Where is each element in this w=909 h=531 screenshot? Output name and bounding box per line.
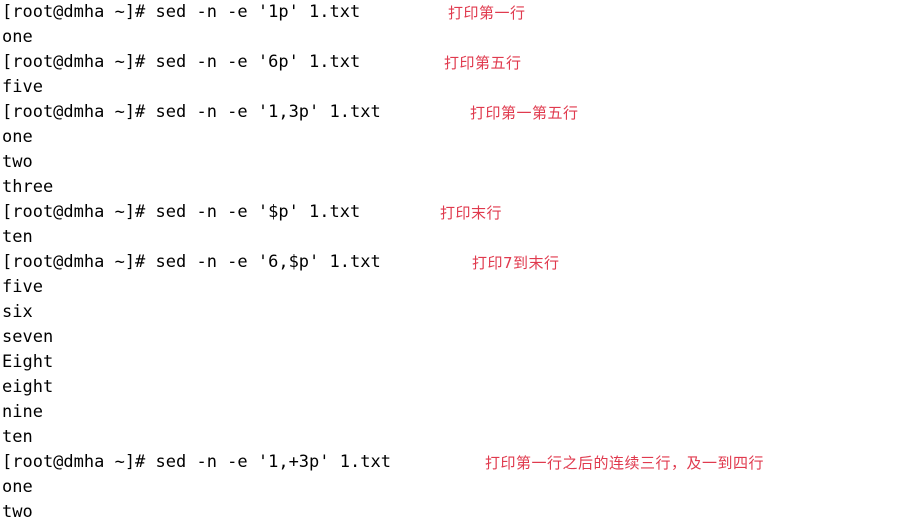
- output-text: two: [2, 152, 33, 172]
- terminal-output-line: one: [0, 25, 909, 50]
- terminal-command-line: [root@dmha ~]# sed -n -e '6p' 1.txt 打印第五行: [0, 50, 909, 75]
- terminal-output-line: two: [0, 150, 909, 175]
- terminal-output-line: ten: [0, 425, 909, 450]
- annotation-note: 打印末行: [440, 204, 503, 222]
- command-text: [root@dmha ~]# sed -n -e '1p' 1.txt: [2, 2, 361, 22]
- terminal-output-line: five: [0, 75, 909, 100]
- output-text: ten: [2, 427, 33, 447]
- output-text: five: [2, 277, 43, 297]
- terminal-output-line: nine: [0, 400, 909, 425]
- terminal-command-line: [root@dmha ~]# sed -n -e '1,3p' 1.txt 打印第…: [0, 100, 909, 125]
- output-text: nine: [2, 402, 43, 422]
- terminal-command-line: [root@dmha ~]# sed -n -e '6,$p' 1.txt 打印7…: [0, 250, 909, 275]
- annotation-note: 打印第五行: [444, 54, 522, 72]
- output-text: one: [2, 477, 33, 497]
- terminal-output-line: one: [0, 475, 909, 500]
- terminal-output-line: five: [0, 275, 909, 300]
- output-text: ten: [2, 227, 33, 247]
- output-text: eight: [2, 377, 54, 397]
- output-text: six: [2, 302, 33, 322]
- terminal-command-line: [root@dmha ~]# sed -n -e '1p' 1.txt 打印第一行: [0, 0, 909, 25]
- output-text: one: [2, 27, 33, 47]
- terminal-output-line: seven: [0, 325, 909, 350]
- annotation-note: 打印第一行: [448, 4, 526, 22]
- terminal-command-line: [root@dmha ~]# sed -n -e '1,+3p' 1.txt 打印…: [0, 450, 909, 475]
- terminal-output-line: two: [0, 500, 909, 525]
- output-text: three: [2, 177, 54, 197]
- terminal-output-line: Eight: [0, 350, 909, 375]
- output-text: five: [2, 77, 43, 97]
- command-text: [root@dmha ~]# sed -n -e '$p' 1.txt: [2, 202, 361, 222]
- output-text: seven: [2, 327, 54, 347]
- terminal-output-line: six: [0, 300, 909, 325]
- command-text: [root@dmha ~]# sed -n -e '1,3p' 1.txt: [2, 102, 381, 122]
- terminal-output-line: eight: [0, 375, 909, 400]
- terminal-window[interactable]: [root@dmha ~]# sed -n -e '1p' 1.txt 打印第一行…: [0, 0, 909, 531]
- terminal-output-line: one: [0, 125, 909, 150]
- command-text: [root@dmha ~]# sed -n -e '6p' 1.txt: [2, 52, 361, 72]
- command-text: [root@dmha ~]# sed -n -e '6,$p' 1.txt: [2, 252, 381, 272]
- annotation-note: 打印第一行之后的连续三行，及一到四行: [485, 454, 765, 472]
- terminal-output-line: three: [0, 175, 909, 200]
- command-text: [root@dmha ~]# sed -n -e '1,+3p' 1.txt: [2, 452, 391, 472]
- terminal-command-line: [root@dmha ~]# sed -n -e '$p' 1.txt 打印末行: [0, 200, 909, 225]
- annotation-note: 打印7到末行: [472, 254, 560, 272]
- output-text: one: [2, 127, 33, 147]
- annotation-note: 打印第一第五行: [470, 104, 579, 122]
- output-text: two: [2, 502, 33, 522]
- terminal-output-line: ten: [0, 225, 909, 250]
- output-text: Eight: [2, 352, 54, 372]
